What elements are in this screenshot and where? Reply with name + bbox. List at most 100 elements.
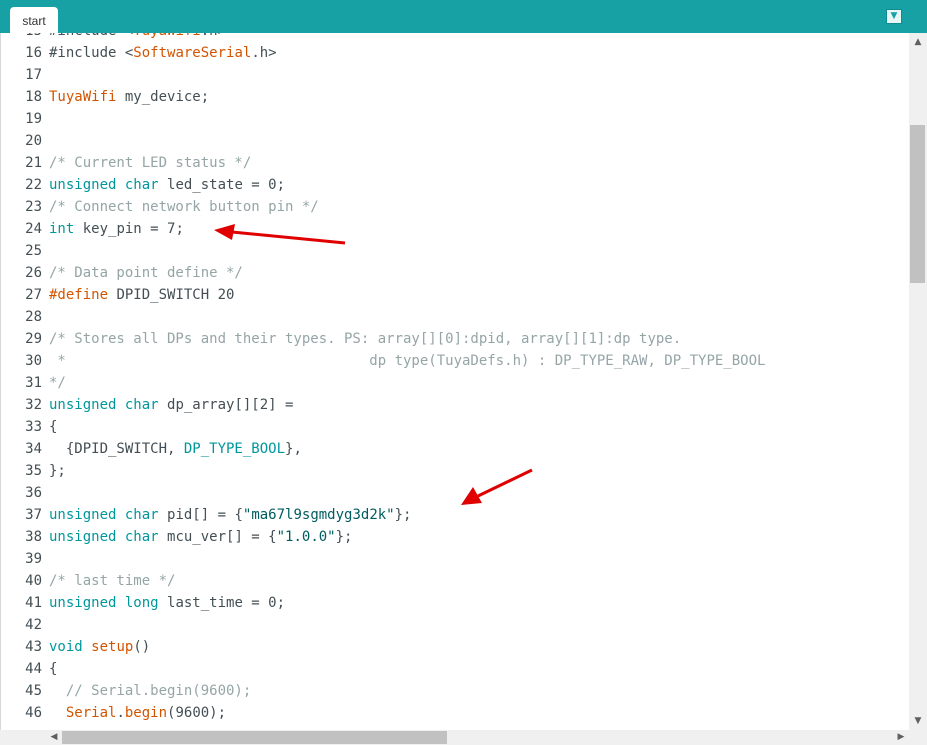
horizontal-scrollbar[interactable]: ◀ ▶ — [0, 730, 909, 745]
vertical-scrollbar[interactable]: ▲ ▼ — [909, 33, 927, 730]
code-token: dp_array[][2] = — [158, 397, 294, 413]
code-line[interactable]: 18 TuyaWifi my_device; — [1, 86, 910, 108]
code-token: long — [124, 595, 159, 611]
scroll-right-icon[interactable]: ▶ — [893, 730, 909, 745]
code-token: }; — [49, 463, 66, 479]
line-number: 46 — [25, 705, 42, 721]
code-line[interactable]: 34 {DPID_SWITCH, DP_TYPE_BOOL}, — [1, 438, 910, 460]
code-line[interactable]: 27 #define DPID_SWITCH 20 — [1, 284, 910, 306]
line-number: 24 — [25, 221, 42, 237]
code-token: char — [124, 507, 159, 523]
line-code: { — [49, 658, 57, 680]
line-number: 21 — [25, 155, 42, 171]
editor-tab-bar: start ▼ — [0, 0, 927, 33]
code-line[interactable]: 35}; — [1, 460, 910, 482]
code-line[interactable]: 17 — [1, 64, 910, 86]
line-code: }; — [49, 460, 66, 482]
code-token: unsigned — [49, 507, 117, 523]
code-token: key_pin = 7; — [74, 221, 184, 237]
code-line[interactable]: 22 unsigned char led_state = 0; — [1, 174, 910, 196]
code-line[interactable]: 32 unsigned char dp_array[][2] = — [1, 394, 910, 416]
scroll-down-icon[interactable]: ▼ — [909, 714, 927, 728]
code-token: setup — [91, 639, 134, 655]
code-token: () — [133, 639, 151, 655]
code-token: pid[] = { — [158, 507, 243, 523]
line-number: 44 — [25, 661, 42, 677]
code-line[interactable]: 31 */ — [1, 372, 910, 394]
horizontal-scroll-thumb[interactable] — [62, 731, 447, 744]
tab-start[interactable]: start — [10, 7, 58, 33]
code-token: unsigned — [49, 397, 117, 413]
code-token: unsigned — [49, 177, 117, 193]
scroll-up-icon[interactable]: ▲ — [909, 35, 927, 49]
line-code: { — [49, 416, 57, 438]
code-line[interactable]: 30 * dp type(TuyaDefs.h) : DP_TYPE_RAW, … — [1, 350, 910, 372]
code-line[interactable]: 43 void setup() — [1, 636, 910, 658]
code-line[interactable]: 45 // Serial.begin(9600); — [1, 680, 910, 702]
line-number: 32 — [25, 397, 42, 413]
code-line[interactable]: 19 — [1, 108, 910, 130]
line-code: unsigned char pid[] = {"ma67l9sgmdyg3d2k… — [49, 504, 411, 526]
line-code: // Serial.begin(9600); — [49, 680, 251, 702]
code-line[interactable]: 24 int key_pin = 7; — [1, 218, 910, 240]
line-number: 25 — [25, 243, 42, 259]
line-code: int key_pin = 7; — [49, 218, 184, 240]
code-token: * dp type(TuyaDefs.h) : DP_TYPE_RAW, DP_… — [49, 353, 766, 369]
code-token: { — [49, 419, 58, 435]
code-token: void — [49, 639, 83, 655]
line-number: 37 — [25, 507, 42, 523]
scroll-left-icon[interactable]: ◀ — [46, 730, 62, 745]
code-line[interactable]: 41 unsigned long last_time = 0; — [1, 592, 910, 614]
code-line[interactable]: 29 /* Stores all DPs and their types. PS:… — [1, 328, 910, 350]
code-line[interactable]: 20 — [1, 130, 910, 152]
code-line[interactable]: 25 — [1, 240, 910, 262]
line-number: 16 — [25, 45, 42, 61]
code-token: /* Connect network button pin */ — [49, 199, 319, 215]
code-line[interactable]: 40 /* last time */ — [1, 570, 910, 592]
line-number: 39 — [25, 551, 42, 567]
code-token: */ — [49, 375, 66, 391]
line-code: void setup() — [49, 636, 150, 658]
code-token: Serial — [65, 705, 117, 721]
line-code: unsigned char led_state = 0; — [49, 174, 285, 196]
code-editor[interactable]: 15#include <TuyaWifi.h>16#include <Softw… — [0, 33, 910, 730]
code-token: TuyaWifi — [133, 33, 200, 39]
code-token: #include < — [49, 33, 133, 39]
code-line[interactable]: 38 unsigned char mcu_ver[] = {"1.0.0"}; — [1, 526, 910, 548]
code-token: DPID_SWITCH 20 — [108, 287, 235, 303]
code-line[interactable]: 42 — [1, 614, 910, 636]
code-line[interactable]: 39 — [1, 548, 910, 570]
code-line[interactable]: 33 { — [1, 416, 910, 438]
line-code: /* Data point define */ — [49, 262, 243, 284]
line-number: 41 — [25, 595, 42, 611]
code-line[interactable]: 28 — [1, 306, 910, 328]
code-line[interactable]: 44 { — [1, 658, 910, 680]
tab-menu-dropdown-icon[interactable]: ▼ — [886, 9, 902, 24]
line-number: 43 — [25, 639, 42, 655]
vertical-scroll-thumb[interactable] — [910, 125, 925, 283]
line-number: 20 — [25, 133, 42, 149]
code-line[interactable]: 15 #include <TuyaWifi.h> — [1, 33, 910, 42]
code-line[interactable]: 37 unsigned char pid[] = {"ma67l9sgmdyg3d… — [1, 504, 910, 526]
code-line[interactable]: 36 — [1, 482, 910, 504]
line-code: unsigned char mcu_ver[] = {"1.0.0"}; — [49, 526, 352, 548]
code-line[interactable]: 16 #include <SoftwareSerial.h> — [1, 42, 910, 64]
code-token: . — [116, 705, 125, 721]
code-token: {DPID_SWITCH, — [49, 441, 184, 457]
code-token: /* Current LED status */ — [49, 155, 252, 171]
code-token: char — [124, 529, 159, 545]
code-line[interactable]: 21 /* Current LED status */ — [1, 152, 910, 174]
code-line[interactable]: 26 /* Data point define */ — [1, 262, 910, 284]
line-number: 15 — [1, 33, 42, 42]
code-line[interactable]: 23 /* Connect network button pin */ — [1, 196, 910, 218]
line-code: /* last time */ — [49, 570, 175, 592]
line-code: unsigned long last_time = 0; — [49, 592, 285, 614]
line-number: 27 — [25, 287, 42, 303]
code-line[interactable]: 46 Serial.begin(9600); — [1, 702, 910, 724]
